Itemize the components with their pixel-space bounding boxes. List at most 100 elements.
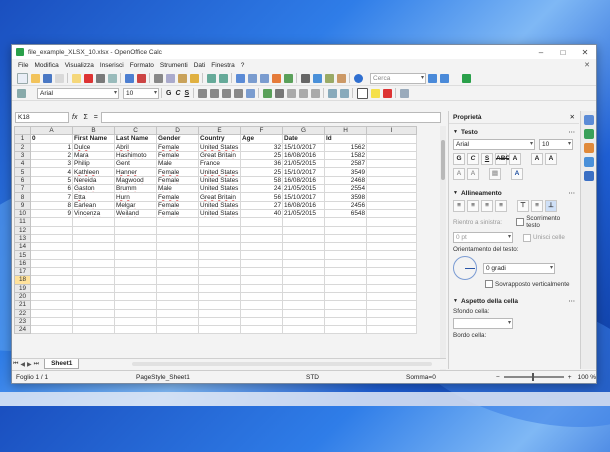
menu-data[interactable]: Dati	[191, 62, 209, 69]
row-header[interactable]: 5	[14, 167, 31, 177]
cell-I15[interactable]	[366, 250, 417, 260]
cell-B23[interactable]	[72, 316, 115, 327]
wrap-text-checkbox[interactable]	[516, 218, 525, 226]
cell-H13[interactable]	[324, 233, 367, 244]
cell-E24[interactable]	[198, 325, 241, 335]
properties-tab-icon[interactable]	[584, 115, 594, 125]
find-previous-icon[interactable]	[439, 73, 449, 83]
cell-B22[interactable]	[72, 308, 115, 318]
cell-I24[interactable]	[366, 325, 417, 335]
cell-I12[interactable]	[366, 225, 417, 235]
row-header[interactable]: 4	[14, 159, 31, 169]
percent-icon[interactable]	[274, 88, 284, 98]
cell-B1[interactable]: First Name	[72, 134, 115, 144]
cut-icon[interactable]	[153, 73, 163, 83]
cell-G23[interactable]	[282, 316, 325, 327]
cell-C15[interactable]	[114, 250, 157, 260]
cell-E17[interactable]	[198, 267, 241, 277]
cell-D13[interactable]	[156, 233, 199, 244]
clone-format-icon[interactable]	[189, 73, 199, 83]
row-header[interactable]: 12	[14, 225, 31, 235]
cell-E23[interactable]	[198, 316, 241, 327]
cell-A9[interactable]: 8	[30, 200, 73, 210]
print-preview-icon[interactable]	[107, 73, 117, 83]
cell-I3[interactable]	[366, 150, 417, 161]
cell-C4[interactable]: Gent	[114, 159, 157, 169]
bold-button[interactable]: G	[166, 90, 171, 97]
close-button[interactable]: ✕	[574, 48, 596, 57]
cell-B13[interactable]	[72, 233, 115, 244]
cell-E6[interactable]: United States	[198, 175, 241, 186]
cell-A16[interactable]	[30, 258, 73, 269]
cell-I14[interactable]	[366, 242, 417, 252]
overlap-vertical-checkbox[interactable]	[485, 280, 493, 288]
cell-A23[interactable]	[30, 316, 73, 327]
menu-tools[interactable]: Strumenti	[157, 62, 191, 69]
save-icon[interactable]	[42, 73, 52, 83]
find-next-icon[interactable]	[427, 73, 437, 83]
align-right-icon[interactable]	[221, 88, 231, 98]
sidebar-bold-button[interactable]: G	[453, 153, 465, 165]
cell-F10[interactable]: 40	[240, 208, 283, 219]
first-sheet-icon[interactable]: ⏮	[13, 361, 18, 368]
pivot-icon[interactable]	[283, 73, 293, 83]
cell-B11[interactable]	[72, 217, 115, 227]
cell-background-select[interactable]	[453, 318, 513, 329]
open-folder-icon[interactable]	[30, 73, 40, 83]
cell-A20[interactable]	[30, 291, 73, 302]
cell-H22[interactable]	[324, 308, 367, 318]
new-document-icon[interactable]	[16, 72, 28, 84]
prev-sheet-icon[interactable]: ◀	[20, 361, 25, 368]
cell-D18[interactable]	[156, 275, 199, 285]
cell-G15[interactable]	[282, 250, 325, 260]
cell-G11[interactable]	[282, 217, 325, 227]
cell-G13[interactable]	[282, 233, 325, 244]
functions-tab-icon[interactable]	[584, 171, 594, 181]
cell-A2[interactable]: 1	[30, 142, 73, 152]
row-header[interactable]: 13	[14, 233, 31, 244]
cell-C13[interactable]	[114, 233, 157, 244]
borders-icon[interactable]	[356, 87, 368, 99]
cell-A17[interactable]	[30, 267, 73, 277]
cell-B10[interactable]: Vincenza	[72, 208, 115, 219]
menu-view[interactable]: Visualizza	[62, 62, 97, 69]
cell-F9[interactable]: 27	[240, 200, 283, 210]
email-icon[interactable]	[54, 73, 64, 83]
cell-D5[interactable]: Female	[156, 167, 199, 177]
underline-button[interactable]: S	[185, 90, 190, 97]
cell-E16[interactable]	[198, 258, 241, 269]
menu-format[interactable]: Formato	[127, 62, 157, 69]
cell-C19[interactable]	[114, 283, 157, 293]
merge-cells-icon[interactable]	[245, 88, 255, 98]
menu-help[interactable]: ?	[238, 62, 248, 69]
toggle-grid-icon[interactable]	[399, 88, 409, 98]
cell-G16[interactable]	[282, 258, 325, 269]
cell-A19[interactable]	[30, 283, 73, 293]
menu-window[interactable]: Finestra	[208, 62, 237, 69]
maximize-button[interactable]: □	[552, 48, 574, 57]
cell-G9[interactable]: 16/08/2016	[282, 200, 325, 210]
align-center-icon[interactable]	[209, 88, 219, 98]
hyperlink-icon[interactable]	[235, 73, 245, 83]
status-sum[interactable]: Somma=0	[406, 374, 496, 381]
row-header[interactable]: 9	[14, 200, 31, 210]
menu-file[interactable]: File	[15, 62, 31, 69]
styles-icon[interactable]	[16, 88, 26, 98]
cell-H23[interactable]	[324, 316, 367, 327]
cell-G8[interactable]: 15/10/2017	[282, 192, 325, 202]
row-header[interactable]: 11	[14, 217, 31, 227]
row-header[interactable]: 3	[14, 150, 31, 161]
cell-D16[interactable]	[156, 258, 199, 269]
cell-I10[interactable]	[366, 208, 417, 219]
background-color-icon[interactable]	[370, 88, 380, 98]
orientation-dial[interactable]	[453, 256, 477, 280]
align-top-icon[interactable]: ⊤	[517, 200, 529, 212]
gallery-icon[interactable]	[324, 73, 334, 83]
column-header[interactable]: B	[72, 125, 115, 136]
row-header[interactable]: 23	[14, 316, 31, 327]
more-options-icon[interactable]: ⋯	[569, 128, 576, 136]
zoom-out-icon[interactable]: −	[496, 374, 500, 381]
sidebar-italic-button[interactable]: C	[467, 153, 479, 165]
cell-A15[interactable]	[30, 250, 73, 260]
text-section-header[interactable]: ▼ Testo ⋯	[453, 128, 576, 137]
